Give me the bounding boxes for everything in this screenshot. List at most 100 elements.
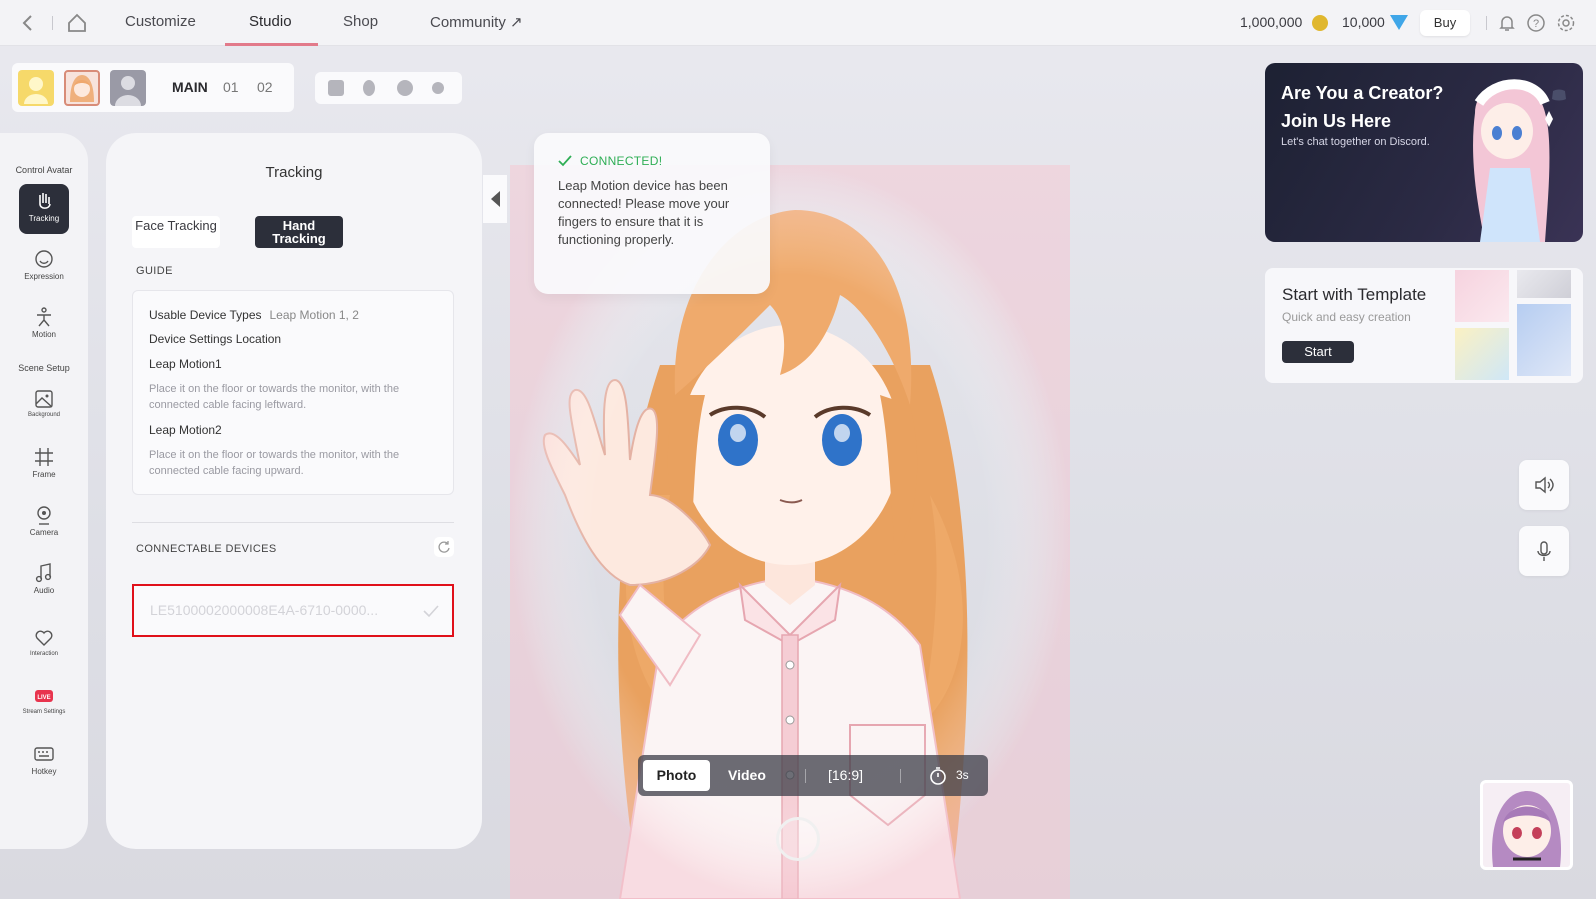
rail-frame[interactable]: Frame — [19, 440, 69, 490]
microphone-button[interactable] — [1519, 526, 1569, 576]
usable-device-value: Leap Motion 1, 2 — [269, 308, 359, 322]
buy-button[interactable]: Buy — [1420, 10, 1470, 36]
template-start-button[interactable]: Start — [1282, 341, 1354, 363]
avatar-slot-yellow[interactable] — [18, 70, 54, 106]
rail-expression-label: Expression — [24, 272, 64, 281]
rail-hotkey[interactable]: Hotkey — [19, 737, 69, 787]
avatar-selector: MAIN 01 02 — [12, 63, 294, 112]
check-icon — [423, 605, 439, 618]
usable-device-row: Usable Device Types Leap Motion 1, 2 — [149, 308, 359, 322]
tab-shop[interactable]: Shop — [343, 13, 378, 30]
bust-icon[interactable] — [397, 80, 413, 96]
leap-motion2-desc: Place it on the floor or towards the mon… — [149, 449, 400, 477]
rail-audio[interactable]: Audio — [19, 556, 69, 606]
leap-motion2-label: Leap Motion2 — [149, 423, 222, 437]
music-note-icon — [35, 563, 52, 583]
figure-icon — [37, 307, 51, 327]
avatar-preview-thumbnail[interactable] — [1480, 780, 1573, 870]
discord-icon — [1552, 89, 1566, 101]
avatar-slot-active[interactable] — [64, 70, 100, 106]
rail-stream-label: Stream Settings — [22, 709, 66, 715]
usable-device-label: Usable Device Types — [149, 308, 262, 322]
microphone-icon — [1537, 541, 1551, 561]
rail-expression[interactable]: Expression — [19, 242, 69, 292]
refresh-icon — [438, 541, 450, 553]
rail-stream-settings[interactable]: LIVE Stream Settings — [19, 679, 69, 729]
creator-title-line2: Join Us Here — [1281, 111, 1392, 131]
face-tracking-tab[interactable]: Face Tracking — [132, 216, 220, 248]
bell-icon[interactable] — [1497, 13, 1517, 33]
divider — [132, 522, 454, 523]
leap-motion1-label: Leap Motion1 — [149, 357, 222, 371]
rail-hotkey-label: Hotkey — [31, 767, 57, 776]
rail-background-label: Background — [27, 412, 61, 418]
webcam-icon — [37, 506, 51, 525]
svg-text:?: ? — [1533, 18, 1539, 30]
home-icon[interactable] — [66, 12, 88, 34]
connected-status: CONNECTED! — [580, 154, 663, 168]
template-thumbnail — [1517, 270, 1571, 298]
person-icon[interactable] — [363, 80, 375, 96]
gear-icon[interactable] — [1556, 13, 1576, 33]
slot-02[interactable]: 02 — [257, 79, 273, 95]
heart-hands-icon — [35, 630, 53, 646]
smile-icon — [35, 250, 53, 268]
left-rail: Control Avatar Tracking Expression Motio… — [0, 133, 88, 849]
back-icon[interactable] — [17, 12, 39, 34]
settings-location-label: Device Settings Location — [149, 332, 282, 346]
refresh-button[interactable] — [434, 537, 454, 557]
shutter-button[interactable] — [776, 817, 820, 861]
speaker-button[interactable] — [1519, 460, 1569, 510]
hand-tracking-icon — [39, 193, 51, 209]
live-icon: LIVE — [35, 690, 53, 702]
divider — [805, 769, 806, 783]
connected-toast: CONNECTED! Leap Motion device has been c… — [534, 133, 770, 294]
screen-icon[interactable] — [328, 80, 344, 96]
slot-main[interactable]: MAIN — [172, 79, 208, 95]
leap-motion1-desc: Place it on the floor or towards the mon… — [149, 383, 400, 411]
check-icon — [558, 155, 572, 167]
rail-interaction-label: Interaction — [29, 651, 59, 657]
device-item[interactable]: LE5100002000008E4A-6710-0000... — [132, 584, 454, 637]
keyboard-icon — [34, 747, 54, 761]
template-title: Start with Template — [1282, 285, 1427, 304]
help-icon[interactable]: ? — [1526, 13, 1546, 33]
rail-tracking[interactable]: Tracking — [19, 184, 69, 234]
creator-subtitle: Let's chat together on Discord. — [1281, 136, 1430, 148]
rail-motion[interactable]: Motion — [19, 300, 69, 350]
slot-01[interactable]: 01 — [223, 79, 239, 95]
tracking-panel: Tracking Face Tracking Hand Tracking GUI… — [106, 133, 482, 849]
rail-background[interactable]: Background — [19, 382, 69, 432]
speaker-icon — [1535, 476, 1554, 494]
aspect-ratio-button[interactable]: [16:9] — [828, 767, 863, 783]
live-badge-text: LIVE — [37, 695, 50, 701]
rail-camera[interactable]: Camera — [19, 498, 69, 548]
gem-balance: 10,000 — [1342, 14, 1385, 30]
guide-box: Usable Device Types Leap Motion 1, 2 Devi… — [132, 290, 454, 495]
caret-left-icon — [491, 191, 500, 207]
view-toolbar — [315, 72, 462, 104]
timer-icon[interactable] — [928, 766, 948, 786]
creator-banner[interactable]: Are You a Creator? Join Us Here Let's ch… — [1265, 63, 1583, 242]
avatar-slot-default[interactable] — [110, 70, 146, 106]
rail-audio-label: Audio — [33, 586, 55, 595]
template-subtitle: Quick and easy creation — [1282, 310, 1411, 324]
rail-interaction[interactable]: Interaction — [19, 621, 69, 671]
tab-customize[interactable]: Customize — [125, 13, 196, 30]
panel-title: Tracking — [265, 164, 323, 181]
divider — [52, 16, 53, 30]
capture-toolbar: Photo Video [16:9] 3s — [638, 755, 988, 796]
tab-community[interactable]: Community ↗ — [430, 13, 523, 31]
hand-tracking-tab[interactable]: Hand Tracking — [255, 216, 343, 248]
tab-studio[interactable]: Studio — [249, 13, 292, 30]
timer-value[interactable]: 3s — [956, 768, 969, 782]
active-tab-indicator — [225, 43, 318, 46]
creator-title: Are You a Creator? Join Us Here — [1281, 79, 1443, 135]
template-card[interactable]: Start with Template Quick and easy creat… — [1265, 268, 1583, 383]
collapse-panel-button[interactable] — [483, 175, 507, 223]
photo-mode-button[interactable]: Photo — [643, 760, 710, 791]
frame-icon — [35, 448, 53, 466]
video-mode-button[interactable]: Video — [728, 767, 766, 783]
info-icon[interactable] — [432, 82, 444, 94]
device-id: LE5100002000008E4A-6710-0000... — [150, 602, 379, 618]
